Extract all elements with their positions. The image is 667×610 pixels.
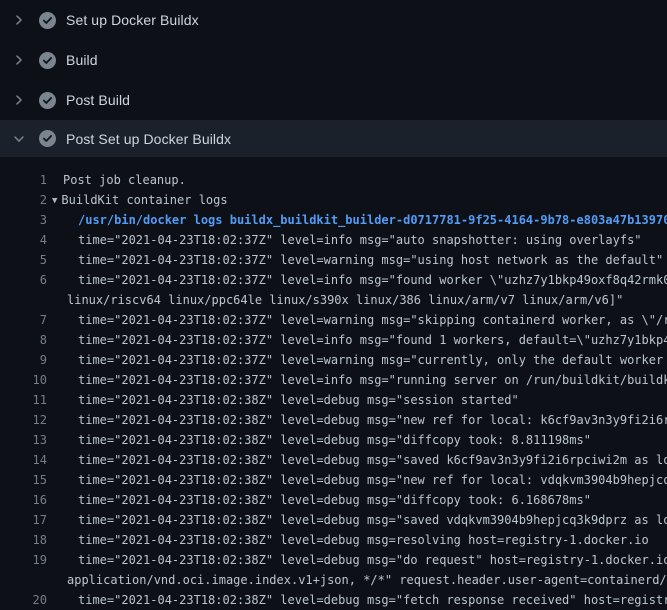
- step-row[interactable]: Set up Docker Buildx: [0, 0, 667, 40]
- log-line-number[interactable]: 16: [0, 490, 47, 510]
- step-title: Build: [66, 52, 98, 68]
- log-line-text: time="2021-04-23T18:02:38Z" level=debug …: [78, 530, 649, 550]
- log-row: 2 ▼ BuildKit container logs: [0, 190, 667, 210]
- log-row: 16 time="2021-04-23T18:02:38Z" level=deb…: [0, 490, 667, 510]
- log-line-number[interactable]: 5: [0, 250, 47, 270]
- log-line-number[interactable]: 4: [0, 230, 47, 250]
- step-row[interactable]: Post Set up Docker Buildx: [0, 120, 667, 157]
- log-line-number[interactable]: 17: [0, 510, 47, 530]
- log-row: 19 time="2021-04-23T18:02:38Z" level=deb…: [0, 550, 667, 570]
- log-group-header: ▼ BuildKit container logs: [52, 190, 228, 210]
- log-line-text: time="2021-04-23T18:02:38Z" level=debug …: [78, 510, 667, 530]
- log-row: 4 time="2021-04-23T18:02:37Z" level=info…: [0, 230, 667, 250]
- log-line-text: time="2021-04-23T18:02:37Z" level=warnin…: [78, 250, 663, 270]
- step-title: Post Set up Docker Buildx: [66, 131, 231, 147]
- log-line-text: time="2021-04-23T18:02:38Z" level=debug …: [78, 430, 591, 450]
- check-circle-icon: [39, 130, 56, 147]
- log-line-number[interactable]: 9: [0, 350, 47, 370]
- log-line-text: application/vnd.oci.image.index.v1+json,…: [67, 570, 667, 590]
- log-line-text: time="2021-04-23T18:02:37Z" level=warnin…: [78, 350, 667, 370]
- log-row: 14 time="2021-04-23T18:02:38Z" level=deb…: [0, 450, 667, 470]
- group-collapse-triangle-icon[interactable]: ▼: [52, 191, 57, 211]
- log-line-number[interactable]: 15: [0, 470, 47, 490]
- log-line-text: time="2021-04-23T18:02:37Z" level=info m…: [78, 230, 642, 250]
- step-title: Set up Docker Buildx: [66, 12, 199, 28]
- chevron-right-icon: [12, 53, 26, 67]
- log-line-number[interactable]: 8: [0, 330, 47, 350]
- chevron-right-icon: [12, 13, 26, 27]
- log-row: 5 time="2021-04-23T18:02:37Z" level=warn…: [0, 250, 667, 270]
- check-circle-icon: [39, 52, 56, 69]
- log-line-number[interactable]: 7: [0, 310, 47, 330]
- log-line-text: time="2021-04-23T18:02:38Z" level=debug …: [78, 410, 667, 430]
- log-row: 7 time="2021-04-23T18:02:37Z" level=warn…: [0, 310, 667, 330]
- log-viewer: 1 Post job cleanup. 2 ▼ BuildKit containe…: [0, 157, 667, 610]
- log-line-number[interactable]: 2: [0, 190, 47, 210]
- log-line-text: time="2021-04-23T18:02:37Z" level=warnin…: [78, 310, 667, 330]
- log-line-number[interactable]: 1: [0, 170, 47, 190]
- log-row: 8 time="2021-04-23T18:02:37Z" level=info…: [0, 330, 667, 350]
- log-row: 1 Post job cleanup.: [0, 170, 667, 190]
- log-row: 10 time="2021-04-23T18:02:37Z" level=inf…: [0, 370, 667, 390]
- log-row: 17 time="2021-04-23T18:02:38Z" level=deb…: [0, 510, 667, 530]
- log-line-text: time="2021-04-23T18:02:37Z" level=info m…: [78, 370, 667, 390]
- chevron-down-icon: [12, 132, 26, 146]
- log-row: application/vnd.oci.image.index.v1+json,…: [0, 570, 667, 590]
- log-row: 18 time="2021-04-23T18:02:38Z" level=deb…: [0, 530, 667, 550]
- log-row: 15 time="2021-04-23T18:02:38Z" level=deb…: [0, 470, 667, 490]
- log-line-number[interactable]: 12: [0, 410, 47, 430]
- log-line-text: time="2021-04-23T18:02:38Z" level=debug …: [78, 550, 667, 570]
- log-row: 11 time="2021-04-23T18:02:38Z" level=deb…: [0, 390, 667, 410]
- log-row: 6 time="2021-04-23T18:02:37Z" level=info…: [0, 270, 667, 290]
- log-row: 9 time="2021-04-23T18:02:37Z" level=warn…: [0, 350, 667, 370]
- log-line-number[interactable]: 18: [0, 530, 47, 550]
- log-line-text: time="2021-04-23T18:02:38Z" level=debug …: [78, 590, 667, 610]
- log-line-text: Post job cleanup.: [63, 170, 186, 190]
- log-row: 13 time="2021-04-23T18:02:38Z" level=deb…: [0, 430, 667, 450]
- log-line-number[interactable]: 6: [0, 270, 47, 290]
- log-line-number[interactable]: 10: [0, 370, 47, 390]
- log-line-text: time="2021-04-23T18:02:38Z" level=debug …: [78, 390, 519, 410]
- log-line-text: time="2021-04-23T18:02:38Z" level=debug …: [78, 450, 667, 470]
- log-line-text: linux/riscv64 linux/ppc64le linux/s390x …: [67, 290, 623, 310]
- log-line-number[interactable]: 19: [0, 550, 47, 570]
- log-row: 20 time="2021-04-23T18:02:38Z" level=deb…: [0, 590, 667, 610]
- step-row[interactable]: Post Build: [0, 80, 667, 120]
- log-line-text: time="2021-04-23T18:02:38Z" level=debug …: [78, 490, 591, 510]
- step-title: Post Build: [66, 92, 130, 108]
- workflow-steps-list: Set up Docker Buildx Build P: [0, 0, 667, 157]
- group-label[interactable]: BuildKit container logs: [61, 193, 227, 207]
- log-row: 12 time="2021-04-23T18:02:38Z" level=deb…: [0, 410, 667, 430]
- log-command-text: /usr/bin/docker logs buildx_buildkit_bui…: [78, 210, 667, 230]
- chevron-right-icon: [12, 93, 26, 107]
- log-line-number[interactable]: 14: [0, 450, 47, 470]
- log-line-number: [0, 570, 47, 590]
- log-line-text: time="2021-04-23T18:02:37Z" level=info m…: [78, 330, 667, 350]
- log-row: 3 /usr/bin/docker logs buildx_buildkit_b…: [0, 210, 667, 230]
- log-line-number[interactable]: 13: [0, 430, 47, 450]
- log-line-number[interactable]: 11: [0, 390, 47, 410]
- check-circle-icon: [39, 12, 56, 29]
- log-line-text: time="2021-04-23T18:02:38Z" level=debug …: [78, 470, 667, 490]
- log-line-number[interactable]: 3: [0, 210, 47, 230]
- check-circle-icon: [39, 92, 56, 109]
- log-line-number[interactable]: 20: [0, 590, 47, 610]
- log-row: linux/riscv64 linux/ppc64le linux/s390x …: [0, 290, 667, 310]
- log-line-number: [0, 290, 47, 310]
- log-line-text: time="2021-04-23T18:02:37Z" level=info m…: [78, 270, 667, 290]
- step-row[interactable]: Build: [0, 40, 667, 80]
